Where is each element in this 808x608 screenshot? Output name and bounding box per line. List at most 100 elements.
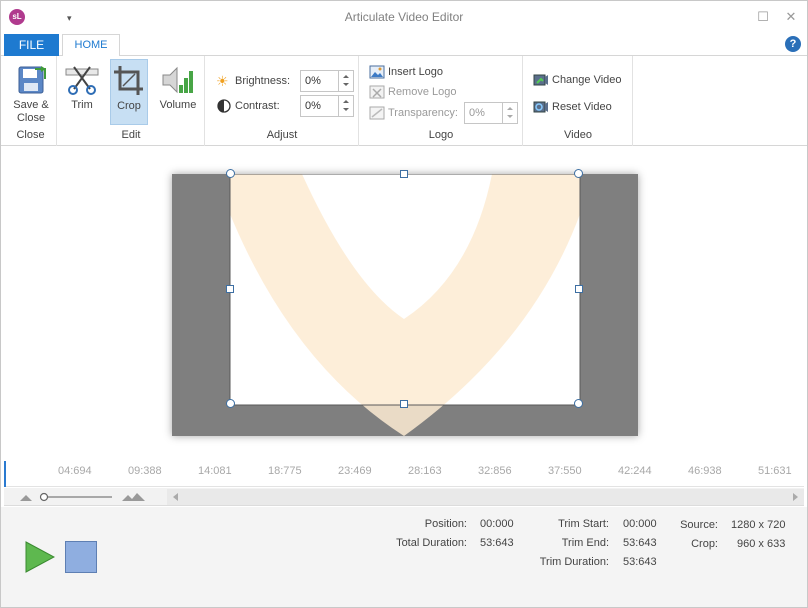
- play-button[interactable]: [25, 541, 55, 573]
- close-icon[interactable]: ✕: [783, 9, 799, 25]
- close-group: Save & Close Close: [5, 56, 57, 146]
- remove-logo-button[interactable]: Remove Logo: [369, 81, 469, 103]
- timeline-tick: 28:163: [408, 465, 442, 477]
- trim-end-label: Trim End:: [561, 537, 609, 549]
- timeline-tick: 42:244: [618, 465, 652, 477]
- timeline-tick: 32:856: [478, 465, 512, 477]
- insert-image-icon: [369, 64, 385, 80]
- crop-handle-top[interactable]: [400, 170, 408, 178]
- crop-handle-left[interactable]: [226, 285, 234, 293]
- window-title: Articulate Video Editor: [344, 10, 464, 24]
- video-stage: [1, 147, 807, 459]
- timeline-tick: 46:938: [688, 465, 722, 477]
- transparency-spin-arrows[interactable]: [502, 103, 517, 123]
- insert-logo-button[interactable]: Insert Logo: [369, 61, 469, 83]
- trim-end-value: 53:643: [623, 537, 657, 549]
- total-duration-label: Total Duration:: [396, 537, 467, 549]
- reset-video-icon: [533, 99, 549, 115]
- ribbon-tabs: FILE HOME ?: [1, 33, 807, 57]
- save-close-label-line1: Save &: [13, 99, 49, 111]
- crop-icon: [114, 66, 143, 95]
- brightness-spinner[interactable]: 0%: [300, 70, 354, 92]
- remove-image-icon: [369, 84, 385, 100]
- trim-button[interactable]: Trim: [64, 59, 100, 125]
- timeline-scrollbar[interactable]: [167, 489, 804, 505]
- trim-scissors-icon: [65, 66, 99, 95]
- change-video-button[interactable]: Change Video: [533, 69, 631, 91]
- trim-start-label: Trim Start:: [558, 518, 609, 530]
- brightness-label: Brightness:: [235, 75, 291, 87]
- contrast-icon: [216, 98, 232, 114]
- source-label: Source:: [680, 519, 718, 531]
- position-label: Position:: [424, 518, 467, 530]
- edit-group-label: Edit: [121, 129, 141, 141]
- timeline-tick: 23:469: [338, 465, 372, 477]
- position-value: 00:000: [480, 518, 514, 530]
- video-group: Change Video Reset Video Video: [524, 56, 633, 146]
- adjust-group-label: Adjust: [266, 129, 298, 141]
- crop-handle-right[interactable]: [575, 285, 583, 293]
- video-frame-graphic: [229, 174, 581, 436]
- timeline-tick: 51:631: [758, 465, 792, 477]
- crop-handle-top-left[interactable]: [226, 169, 235, 178]
- scroll-right-icon[interactable]: [793, 493, 798, 501]
- tab-file[interactable]: FILE: [4, 34, 59, 56]
- timeline-zoom-bar: [4, 488, 804, 506]
- edit-group: Trim Crop Volume Edit: [58, 56, 205, 146]
- save-icon: [18, 66, 46, 94]
- app-window: sL ▾ Articulate Video Editor ☐ ✕ FILE HO…: [0, 0, 808, 608]
- logo-group: Insert Logo Remove Logo Transparency: 0%…: [360, 56, 523, 146]
- zoom-in-icon[interactable]: [122, 493, 145, 501]
- contrast-value[interactable]: 0%: [305, 100, 321, 112]
- video-preview: [172, 174, 638, 436]
- reset-video-button[interactable]: Reset Video: [533, 96, 631, 118]
- timeline-tick: 14:081: [198, 465, 232, 477]
- transparency-label: Transparency:: [388, 107, 458, 119]
- volume-label: Volume: [159, 99, 197, 111]
- maximize-icon[interactable]: ☐: [755, 9, 771, 25]
- ribbon: Save & Close Close Trim Crop Volume Edit…: [1, 56, 807, 146]
- crop-handle-bottom-right[interactable]: [574, 399, 583, 408]
- trim-duration-label: Trim Duration:: [539, 556, 609, 568]
- crop-button[interactable]: Crop: [110, 59, 148, 125]
- timeline-tick: 37:550: [548, 465, 582, 477]
- contrast-spin-arrows[interactable]: [338, 96, 353, 116]
- contrast-spinner[interactable]: 0%: [300, 95, 354, 117]
- brightness-value[interactable]: 0%: [305, 75, 321, 87]
- crop-handle-top-right[interactable]: [574, 169, 583, 178]
- transparency-value[interactable]: 0%: [469, 107, 485, 119]
- tab-home[interactable]: HOME: [62, 34, 120, 57]
- zoom-slider-thumb[interactable]: [39, 492, 49, 502]
- transparency-row: Transparency:: [369, 102, 469, 124]
- timeline-tick: 09:388: [128, 465, 162, 477]
- change-video-label: Change Video: [552, 74, 622, 86]
- remove-logo-label: Remove Logo: [388, 86, 457, 98]
- reset-video-label: Reset Video: [552, 101, 612, 113]
- scroll-left-icon[interactable]: [173, 493, 178, 501]
- volume-button[interactable]: Volume: [156, 59, 200, 125]
- trim-start-value: 00:000: [623, 518, 657, 530]
- video-group-label: Video: [564, 129, 592, 141]
- transparency-spinner[interactable]: 0%: [464, 102, 518, 124]
- change-video-icon: [533, 72, 549, 88]
- close-group-label: Close: [16, 129, 45, 141]
- zoom-out-icon[interactable]: [20, 495, 32, 501]
- logo-group-label: Logo: [428, 129, 454, 141]
- stop-button[interactable]: [65, 541, 97, 573]
- crop-handle-bottom-left[interactable]: [226, 399, 235, 408]
- source-value: 1280 x 720: [731, 519, 786, 531]
- help-icon[interactable]: ?: [785, 36, 801, 52]
- save-close-button[interactable]: Save & Close: [7, 59, 55, 125]
- save-close-label-line2: Close: [16, 112, 46, 124]
- playhead[interactable]: [4, 461, 6, 487]
- brightness-spin-arrows[interactable]: [338, 71, 353, 91]
- timeline-tick: 04:694: [58, 465, 92, 477]
- timeline[interactable]: 04:694 09:388 14:081 18:775 23:469 28:16…: [4, 461, 804, 487]
- volume-icon: [162, 66, 193, 94]
- trim-label: Trim: [71, 99, 93, 111]
- status-panel: Position: 00:000 Total Duration: 53:643 …: [1, 507, 807, 607]
- crop-handle-bottom[interactable]: [400, 400, 408, 408]
- brightness-row: ☀ Brightness:: [216, 70, 296, 92]
- transparency-icon: [369, 105, 385, 121]
- contrast-row: Contrast:: [216, 95, 296, 117]
